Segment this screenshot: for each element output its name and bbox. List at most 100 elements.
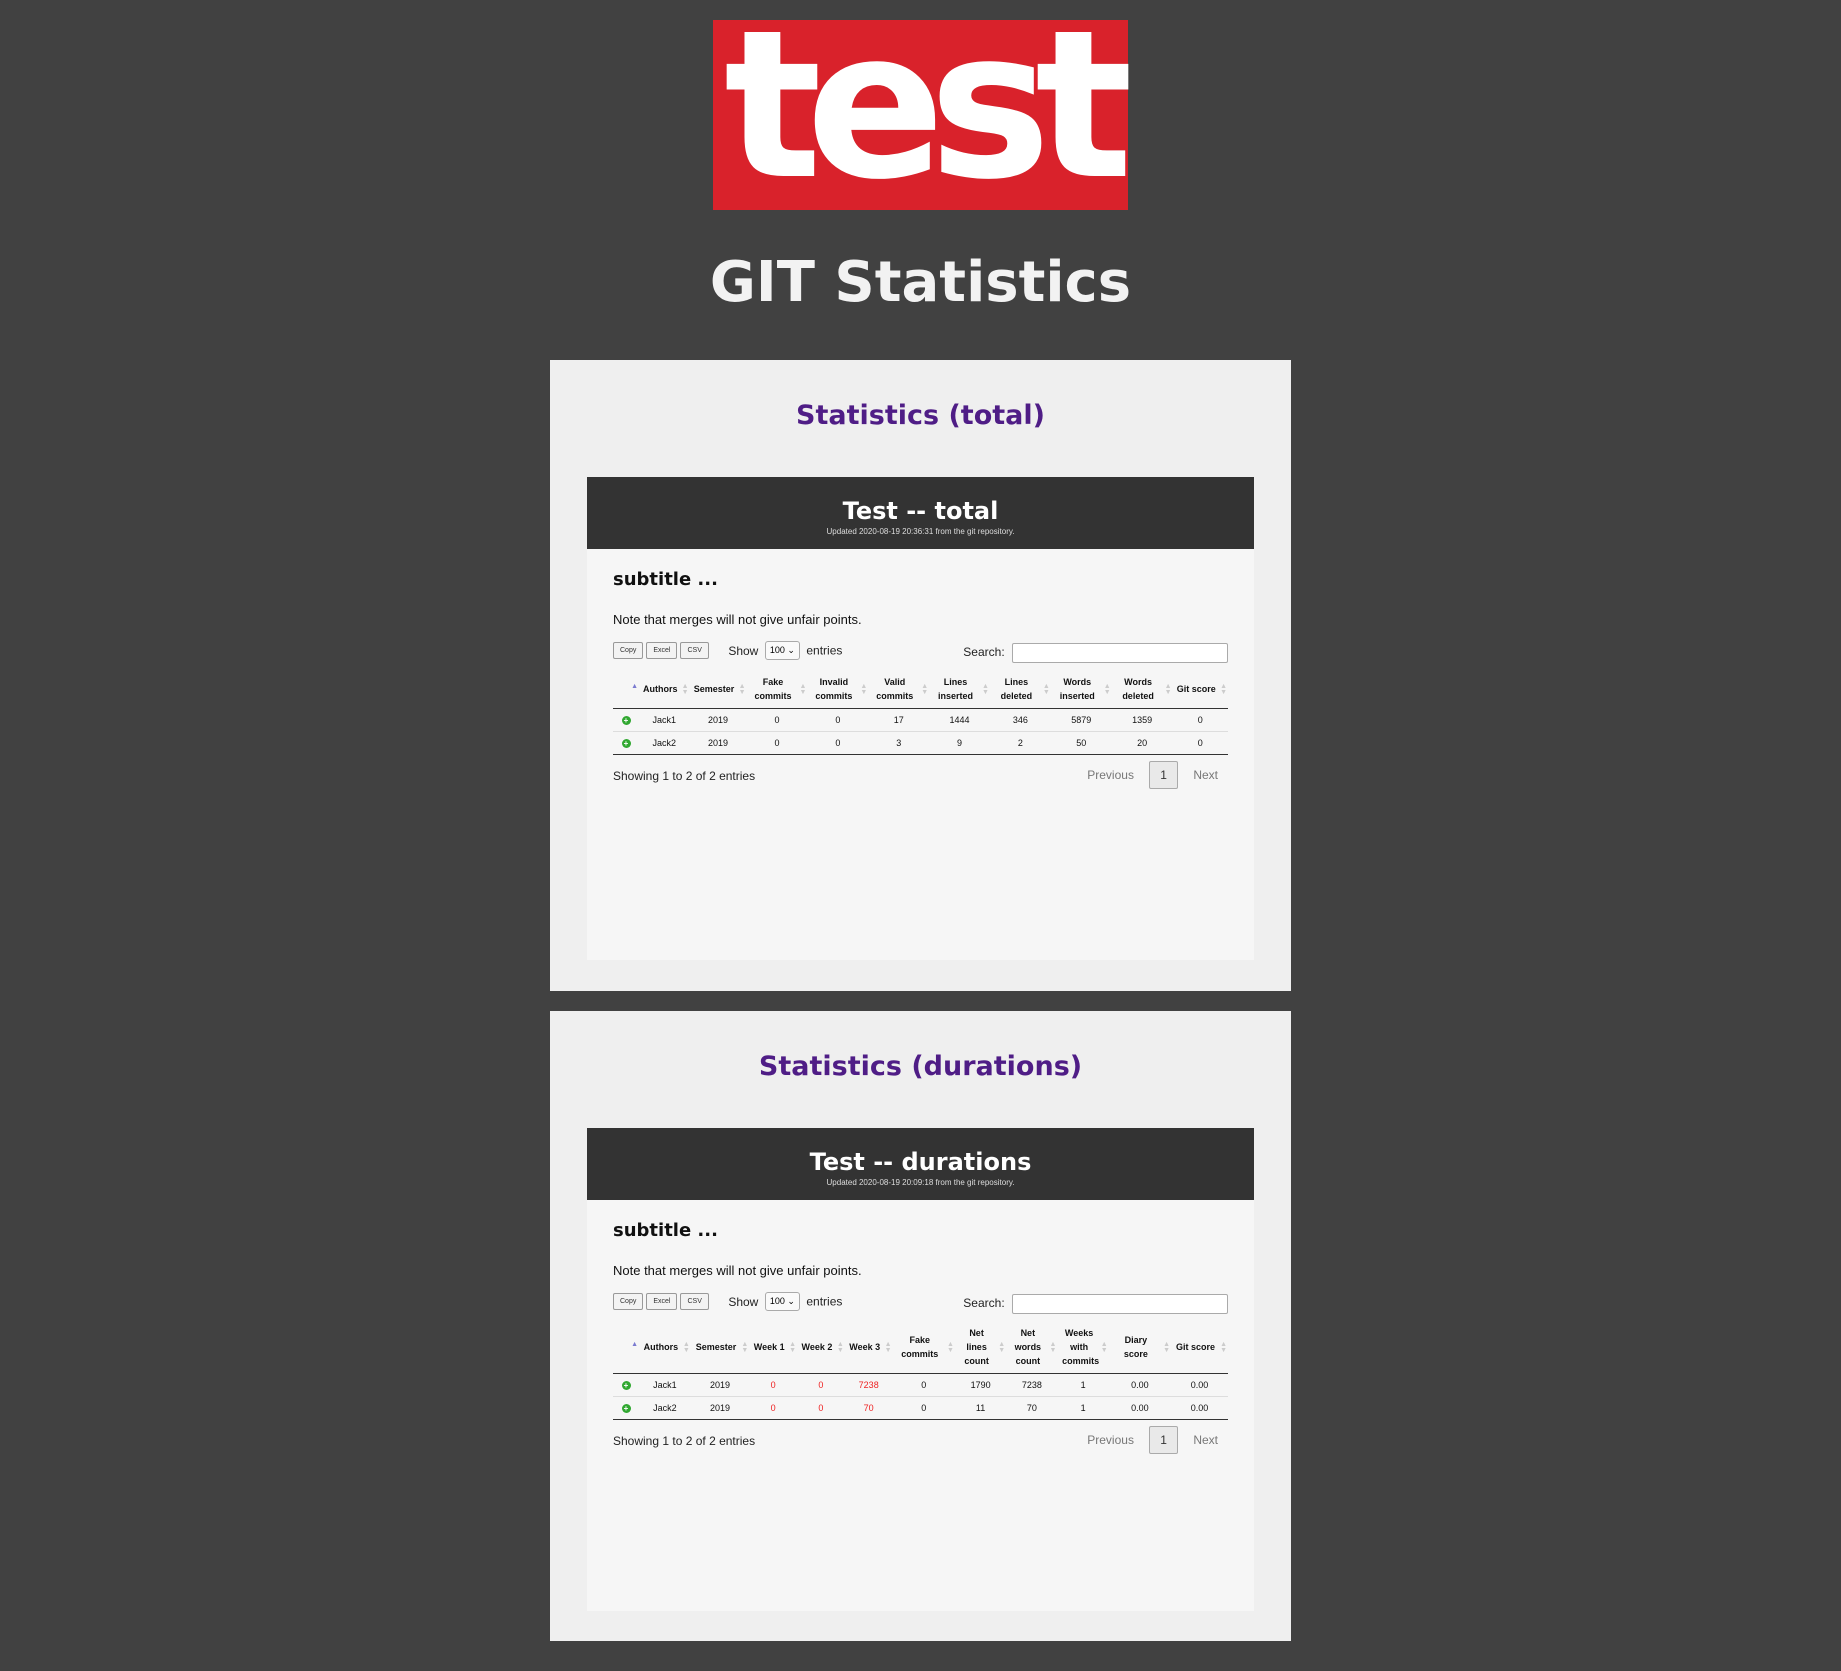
- page-length-value: 100: [769, 645, 785, 655]
- column-header[interactable]: Net words count ▲ ▼: [1006, 1322, 1058, 1374]
- column-header-label: Diary score: [1123, 1335, 1148, 1359]
- cell-value: 9: [957, 738, 963, 748]
- column-header[interactable]: Lines deleted ▲ ▼: [989, 671, 1051, 709]
- report-body: subtitle ... Note that merges will not g…: [587, 569, 1254, 791]
- row-expand-cell[interactable]: +: [613, 709, 639, 732]
- cell-value: 346: [1012, 715, 1028, 725]
- expand-row-icon[interactable]: +: [621, 716, 631, 725]
- search-box: Search:: [963, 1294, 1228, 1314]
- column-header[interactable]: Weeks with commits ▲ ▼: [1057, 1322, 1109, 1374]
- sort-icon: ▲ ▼: [741, 1340, 749, 1354]
- page-length-select[interactable]: 100 ⌄: [764, 641, 800, 660]
- cell-value: 5879: [1071, 715, 1092, 725]
- cell-value: Jack1: [653, 1380, 677, 1390]
- cell-value: 50: [1076, 738, 1087, 748]
- expand-row-icon[interactable]: +: [621, 739, 631, 748]
- pagination: Previous 1 Next: [1087, 761, 1218, 789]
- table-cell: 70: [1006, 1396, 1058, 1420]
- report-title: Test -- total: [842, 497, 999, 525]
- report-header: Test -- total Updated 2020-08-19 20:36:3…: [587, 477, 1254, 549]
- column-header[interactable]: Semester ▲ ▼: [690, 1322, 750, 1374]
- column-header[interactable]: Words deleted ▲ ▼: [1111, 671, 1173, 709]
- column-header[interactable]: Invalid commits ▲ ▼: [807, 671, 869, 709]
- sort-icon: ▲ ▼: [799, 682, 807, 696]
- updated-timestamp: Updated 2020-08-19 20:36:31 from the git…: [826, 527, 1015, 536]
- sort-icon: ▲ ▼: [682, 1340, 690, 1354]
- column-header[interactable]: Week 1 ▲ ▼: [749, 1322, 798, 1374]
- table-cell: 70: [844, 1396, 893, 1420]
- column-header[interactable]: Diary score ▲ ▼: [1108, 1322, 1172, 1374]
- column-header-expand[interactable]: ▲: [613, 671, 639, 709]
- column-header[interactable]: Fake commits ▲ ▼: [892, 1322, 955, 1374]
- column-header[interactable]: Week 3 ▲ ▼: [844, 1322, 893, 1374]
- column-header[interactable]: Git score ▲ ▼: [1171, 1322, 1228, 1374]
- sort-icon: ▲ ▼: [1100, 1340, 1108, 1354]
- cell-value: 20: [1137, 738, 1148, 748]
- updated-timestamp: Updated 2020-08-19 20:09:18 from the git…: [826, 1178, 1015, 1187]
- table-cell: 0.00: [1108, 1396, 1172, 1420]
- copy-button[interactable]: Copy: [613, 642, 644, 659]
- row-expand-cell[interactable]: +: [613, 1374, 639, 1397]
- csv-button[interactable]: CSV: [680, 642, 709, 659]
- sort-icon: ▲ ▼: [921, 682, 929, 696]
- previous-button[interactable]: Previous: [1087, 768, 1134, 782]
- entries-label: entries: [806, 643, 843, 658]
- expand-row-icon[interactable]: +: [621, 1381, 631, 1390]
- cell-value: 0: [1197, 715, 1203, 725]
- table-cell: 0.00: [1171, 1396, 1228, 1420]
- page-length-select[interactable]: 100 ⌄: [764, 1292, 800, 1311]
- next-button[interactable]: Next: [1193, 1433, 1218, 1447]
- table-cell: Jack1: [639, 709, 690, 732]
- sort-icon: ▲ ▼: [738, 682, 746, 696]
- column-header[interactable]: Git score ▲ ▼: [1172, 671, 1228, 709]
- column-header[interactable]: Authors ▲ ▼: [639, 1322, 691, 1374]
- table-row[interactable]: + Jack2 2019 0 0 3 9 2 50 20 0: [613, 731, 1228, 755]
- column-header[interactable]: Net lines count ▲ ▼: [954, 1322, 1007, 1374]
- table-row[interactable]: + Jack2 2019 0 0 70 0 11 70 1 0.00 0.00: [613, 1396, 1228, 1420]
- table-cell: 1359: [1112, 709, 1173, 732]
- row-expand-cell[interactable]: +: [613, 731, 639, 755]
- column-header[interactable]: Words inserted ▲ ▼: [1050, 671, 1112, 709]
- expand-row-icon[interactable]: +: [621, 1404, 631, 1413]
- excel-button[interactable]: Excel: [646, 642, 678, 659]
- table-cell: 0: [892, 1396, 955, 1420]
- page-button-1[interactable]: 1: [1149, 761, 1178, 789]
- table-cell: 2019: [690, 1396, 750, 1420]
- page-length-value: 100: [769, 1296, 785, 1306]
- table-cell: 2019: [691, 1374, 750, 1397]
- table-cell: Jack2: [639, 731, 690, 755]
- column-header[interactable]: Week 2 ▲ ▼: [797, 1322, 845, 1374]
- cell-value: 1359: [1132, 715, 1153, 725]
- column-header[interactable]: Lines inserted ▲ ▼: [929, 671, 990, 709]
- table-footer: Showing 1 to 2 of 2 entries Previous 1 N…: [613, 761, 1228, 791]
- table-row[interactable]: + Jack1 2019 0 0 7238 0 1790 7238 1 0.00 0.00: [613, 1374, 1228, 1397]
- copy-button[interactable]: Copy: [613, 1293, 644, 1310]
- next-button[interactable]: Next: [1193, 768, 1218, 782]
- column-header[interactable]: Valid commits ▲ ▼: [868, 671, 930, 709]
- search-input[interactable]: [1012, 643, 1228, 663]
- sort-icon: ▲ ▼: [884, 1340, 892, 1354]
- sort-asc-icon: ▲: [631, 682, 638, 690]
- search-input[interactable]: [1012, 1294, 1228, 1314]
- table-cell: 7238: [1006, 1374, 1057, 1397]
- entries-label: entries: [806, 1294, 843, 1309]
- column-header[interactable]: Fake commits ▲ ▼: [746, 671, 808, 709]
- search-label: Search:: [963, 645, 1005, 660]
- table-cell: 0: [893, 1374, 955, 1397]
- column-header-expand[interactable]: ▲: [613, 1322, 639, 1374]
- row-expand-cell[interactable]: +: [613, 1396, 639, 1420]
- csv-button[interactable]: CSV: [680, 1293, 709, 1310]
- table-row[interactable]: + Jack1 2019 0 0 17 1444 346 5879 1359 0: [613, 709, 1228, 732]
- cell-value: 0: [770, 1403, 776, 1413]
- column-header-label: Lines deleted: [1000, 677, 1033, 701]
- table-cell: Jack1: [639, 1374, 691, 1397]
- column-header[interactable]: Semester ▲ ▼: [689, 671, 747, 709]
- column-header[interactable]: Authors ▲ ▼: [639, 671, 690, 709]
- cell-value: 0: [921, 1380, 927, 1390]
- page-button-1[interactable]: 1: [1149, 1426, 1178, 1454]
- previous-button[interactable]: Previous: [1087, 1433, 1134, 1447]
- report-subtitle: subtitle ...: [613, 1220, 718, 1241]
- table-cell: 0: [1172, 731, 1228, 755]
- table-cell: 1790: [955, 1374, 1006, 1397]
- excel-button[interactable]: Excel: [646, 1293, 678, 1310]
